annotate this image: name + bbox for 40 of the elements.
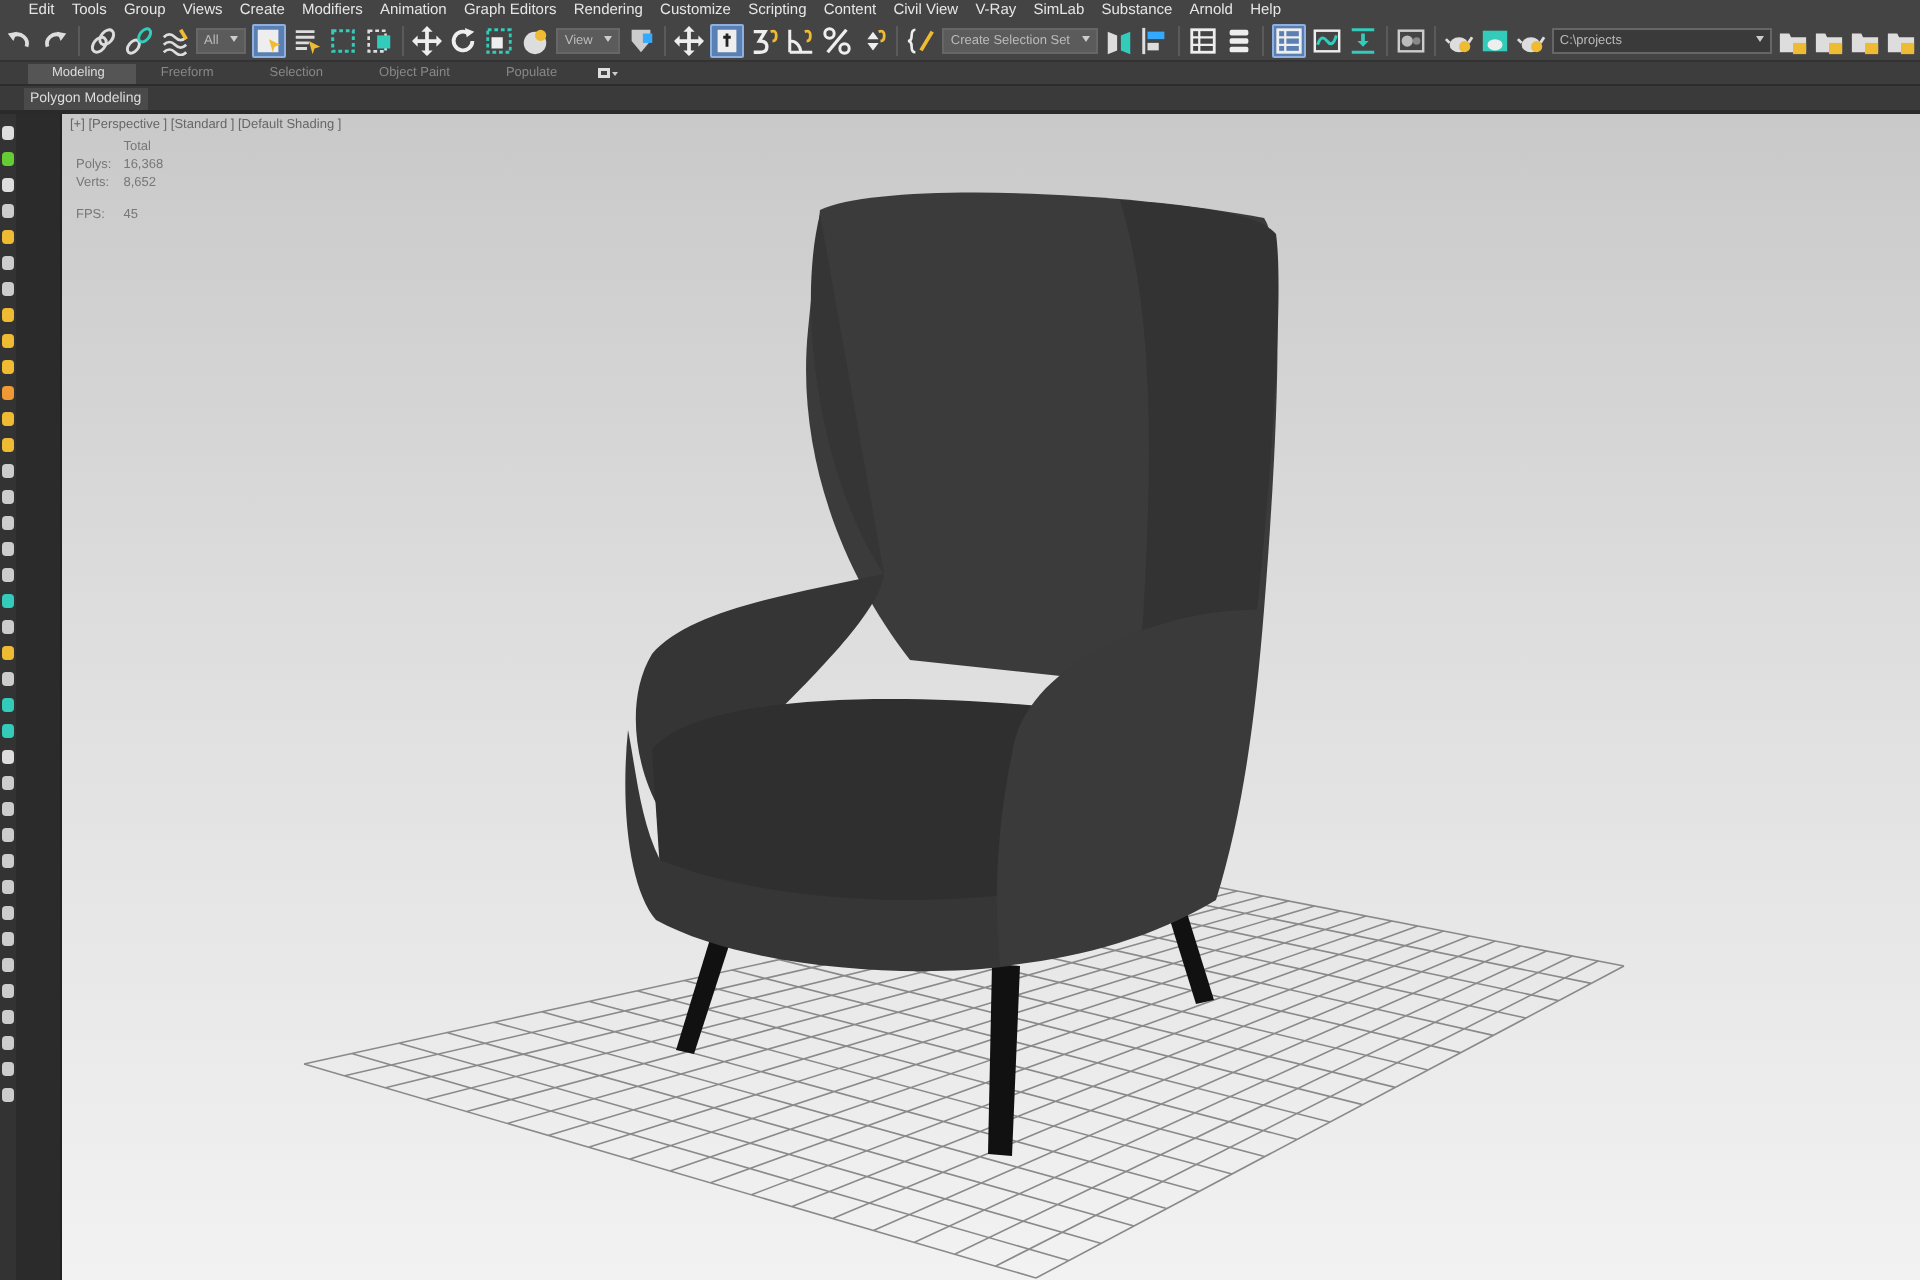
- table-icon: [1273, 25, 1304, 55]
- scale-squares-icon: [484, 25, 515, 55]
- list-cursor-icon: [292, 25, 323, 55]
- download-icon: [1347, 25, 1378, 55]
- wave-lines-icon: [160, 25, 191, 55]
- move-arrows-icon: [412, 25, 443, 55]
- sphere-icon: [520, 25, 551, 55]
- toolbar-button[interactable]: [123, 23, 155, 57]
- toolbar-button[interactable]: [484, 23, 515, 57]
- dashed-square-icon: [328, 25, 359, 55]
- cursor-icon: [254, 25, 285, 55]
- render-window-icon: [1479, 25, 1510, 55]
- toolbar-button[interactable]: [1395, 23, 1426, 57]
- toolbar-button[interactable]: [822, 23, 853, 57]
- snap-three-icon: [750, 25, 781, 55]
- toolbar-button[interactable]: [1311, 23, 1342, 57]
- stack-icon: [1224, 25, 1254, 55]
- broken-link-icon: [124, 25, 154, 55]
- toolbar-button[interactable]: [1187, 23, 1218, 57]
- toolbar-button[interactable]: [448, 23, 479, 57]
- toolbar-button[interactable]: [160, 23, 191, 57]
- caret-icon: [604, 35, 613, 45]
- angle-snap-icon: [786, 25, 817, 55]
- table-icon: [1187, 25, 1218, 55]
- toolbar-button[interactable]: [906, 23, 937, 57]
- caret-icon: [230, 35, 239, 45]
- toolbar-button[interactable]: [1271, 23, 1306, 57]
- toolbar-button[interactable]: [252, 23, 287, 57]
- chain-link-icon: [87, 25, 118, 55]
- caret-icon: [1082, 35, 1090, 45]
- percent-icon: [822, 25, 853, 55]
- toolbar-button[interactable]: [87, 23, 118, 57]
- move-arrows-icon: [674, 25, 705, 55]
- dashed-window-icon: [364, 25, 395, 55]
- curve-graph-icon: [1311, 25, 1342, 55]
- rotate-arrow-icon: [448, 25, 479, 55]
- display-options-icon[interactable]: [597, 67, 618, 79]
- caret-icon: [1755, 35, 1764, 45]
- toolbar-button[interactable]: [364, 23, 395, 57]
- braces-icon: [906, 25, 937, 55]
